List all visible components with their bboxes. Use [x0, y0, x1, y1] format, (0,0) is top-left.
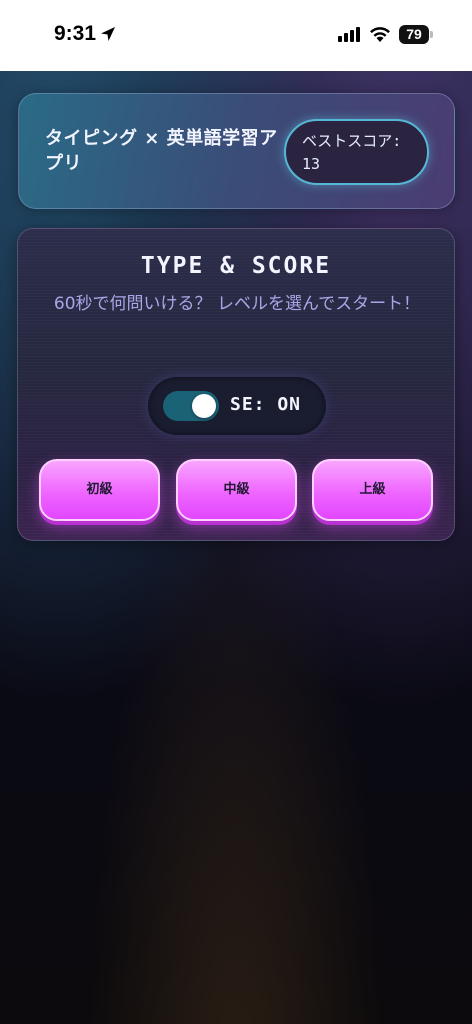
best-score-pill: ベストスコア: 13: [284, 119, 429, 185]
cellular-signal-icon: [338, 27, 360, 42]
subtitle: 60秒で何問いける？ レベルを選んでスタート！: [53, 294, 421, 314]
battery-icon: 79: [399, 25, 429, 44]
header-card: タイピング × 英単語学習アプリ ベストスコア: 13: [18, 93, 455, 209]
best-score-value: 13: [302, 155, 321, 173]
level-button-intermediate[interactable]: 中級: [176, 459, 297, 521]
main-title: TYPE & SCORE: [140, 253, 332, 279]
location-arrow-icon: [101, 27, 115, 41]
wifi-icon: [370, 27, 390, 42]
battery-tip: [430, 31, 433, 38]
main-card: TYPE & SCORE 60秒で何問いける？ レベルを選んでスタート！ SE:…: [17, 228, 455, 541]
level-button-advanced[interactable]: 上級: [312, 459, 433, 521]
app-title: タイピング × 英単語学習アプリ: [45, 128, 278, 174]
sound-effect-label: SE: ON: [230, 394, 302, 415]
toggle-switch[interactable]: [163, 391, 219, 421]
sound-effect-toggle[interactable]: SE: ON: [148, 377, 326, 435]
app-screen: タイピング × 英単語学習アプリ ベストスコア: 13 TYPE & SCORE…: [0, 71, 472, 1024]
best-score-label: ベストスコア:: [302, 132, 402, 150]
status-bar: 9:31 79: [0, 0, 472, 71]
level-button-beginner[interactable]: 初級: [39, 459, 160, 521]
status-time: 9:31: [54, 22, 97, 45]
toggle-knob: [192, 394, 216, 418]
